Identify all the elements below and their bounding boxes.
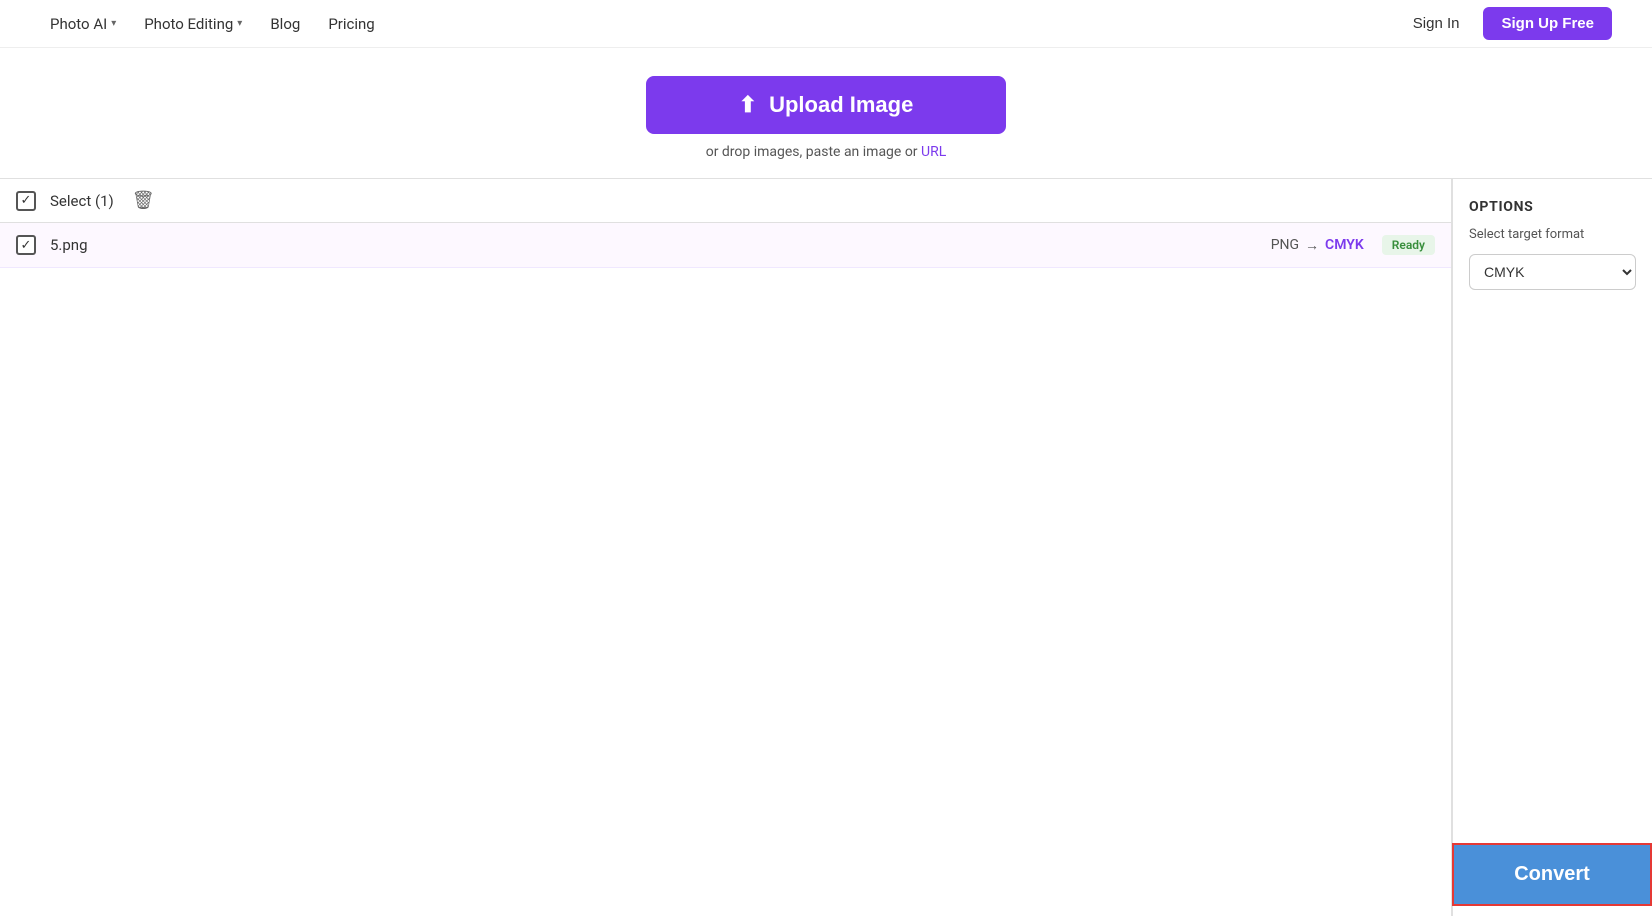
trash-icon: 🗑 xyxy=(132,190,155,211)
select-format-label: Select target format xyxy=(1469,227,1636,242)
arrow-icon: → xyxy=(1305,237,1319,254)
status-badge: Ready xyxy=(1382,235,1435,255)
nav-label-blog: Blog xyxy=(270,15,300,33)
convert-section: Convert xyxy=(1452,843,1652,906)
upload-button-label: Upload Image xyxy=(769,92,913,118)
target-format: CMYK xyxy=(1325,237,1364,253)
options-title: OPTIONS xyxy=(1469,199,1636,215)
select-all-checkbox[interactable]: ✓ xyxy=(16,191,36,211)
file-name: 5.png xyxy=(50,236,1271,254)
checkmark-icon: ✓ xyxy=(21,193,32,208)
file-checkbox[interactable]: ✓ xyxy=(16,235,36,255)
delete-button[interactable]: 🗑 xyxy=(132,190,155,211)
nav-right: Sign In Sign Up Free xyxy=(1401,7,1612,40)
file-list-panel: ✓ Select (1) 🗑 ✓ 5.png PNG → CMYK Ready xyxy=(0,179,1452,916)
url-link[interactable]: URL xyxy=(921,144,946,160)
file-list-header: ✓ Select (1) 🗑 xyxy=(0,179,1451,223)
upload-subtext: or drop images, paste an image or URL xyxy=(706,144,947,160)
navbar: Photo AI ▾ Photo Editing ▾ Blog Pricing … xyxy=(0,0,1652,48)
upload-image-button[interactable]: ⬆ Upload Image xyxy=(646,76,1006,134)
upload-area: ⬆ Upload Image or drop images, paste an … xyxy=(0,48,1652,178)
nav-item-photo-editing[interactable]: Photo Editing ▾ xyxy=(134,0,252,48)
file-conversion: PNG → CMYK xyxy=(1271,237,1364,254)
nav-item-pricing[interactable]: Pricing xyxy=(318,0,384,48)
nav-label-photo-ai: Photo AI xyxy=(50,15,107,33)
sign-in-button[interactable]: Sign In xyxy=(1401,9,1472,38)
chevron-down-icon: ▾ xyxy=(111,18,116,29)
nav-item-photo-ai[interactable]: Photo AI ▾ xyxy=(40,0,126,48)
convert-button[interactable]: Convert xyxy=(1452,843,1652,906)
upload-icon: ⬆ xyxy=(739,92,757,118)
main-content: ✓ Select (1) 🗑 ✓ 5.png PNG → CMYK Ready … xyxy=(0,178,1652,916)
select-label: Select (1) xyxy=(50,192,114,210)
nav-item-blog[interactable]: Blog xyxy=(260,0,310,48)
source-format: PNG xyxy=(1271,237,1299,253)
options-panel: OPTIONS Select target format CMYK PNG JP… xyxy=(1452,179,1652,916)
table-row: ✓ 5.png PNG → CMYK Ready xyxy=(0,223,1451,268)
nav-left: Photo AI ▾ Photo Editing ▾ Blog Pricing xyxy=(40,0,385,48)
nav-label-pricing: Pricing xyxy=(328,15,374,33)
sign-up-button[interactable]: Sign Up Free xyxy=(1483,7,1612,40)
chevron-down-icon: ▾ xyxy=(237,18,242,29)
nav-label-photo-editing: Photo Editing xyxy=(144,15,233,33)
format-select[interactable]: CMYK PNG JPG WEBP PDF xyxy=(1469,254,1636,290)
checkmark-icon: ✓ xyxy=(21,238,32,253)
